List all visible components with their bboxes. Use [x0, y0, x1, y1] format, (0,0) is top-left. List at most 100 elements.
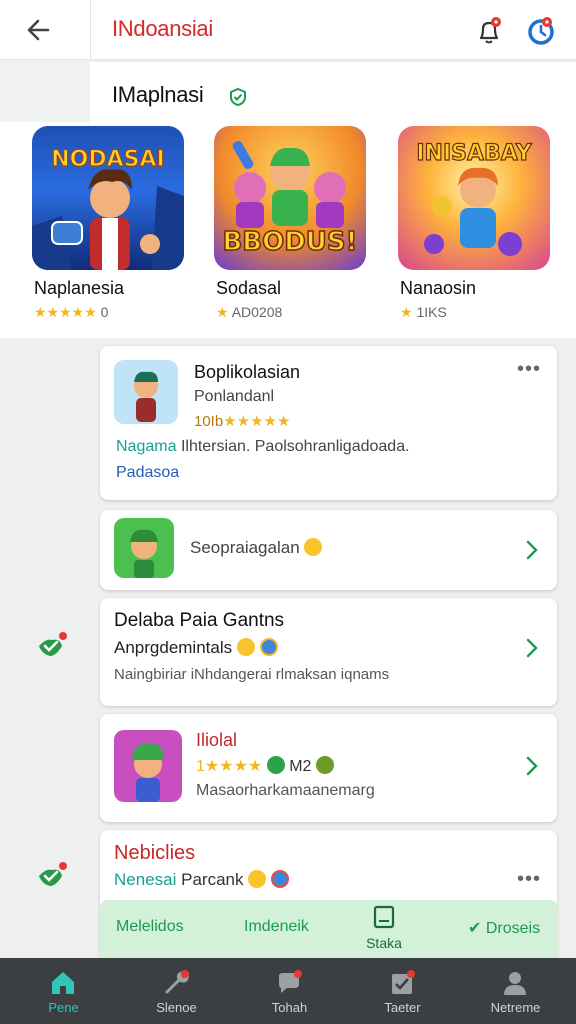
timer-button[interactable] [524, 14, 558, 48]
app-icon [114, 730, 182, 802]
action-link[interactable]: Imdeneik [244, 918, 309, 936]
cartoon-explorer-art: INISABAY [416, 140, 533, 256]
game-thumbnail: BBODUS! [214, 126, 366, 270]
verified-shield-icon [230, 87, 246, 107]
tag-label: Nagama [116, 438, 177, 455]
rating-stars: ★ [216, 304, 229, 320]
action-label: Droseis [485, 920, 541, 937]
left-gutter [0, 62, 90, 122]
game-thumbnail: INISABAY [398, 126, 550, 270]
user-icon [504, 972, 526, 995]
globe-icon [270, 870, 289, 888]
bell-icon [479, 17, 501, 44]
game-name: Sodasal [216, 278, 282, 298]
card-rating-row: 1★★★★ M2 [196, 756, 334, 776]
featured-title: IMaplnasi [112, 82, 204, 107]
tab-profile[interactable]: Netreme [458, 958, 573, 1024]
tab-label: Slenoe [156, 1000, 197, 1015]
app-listing-card[interactable]: Seopraiagalan [100, 510, 557, 590]
action-label: Staka [366, 935, 402, 951]
action-strip: Melelidos Imdeneik Staka ✔ Droseis [100, 900, 558, 958]
rating-stars: ★★★★★ [223, 413, 291, 430]
game-rating: ★ 1IKS [400, 304, 447, 321]
page-title: INdoansiai [112, 16, 213, 41]
card-title: Nebiclies [114, 842, 196, 864]
game-thumbnail: NODASAI [32, 126, 184, 270]
cartoon-hero-art: NODASAI [32, 146, 184, 270]
tab-home[interactable]: Pene [6, 958, 121, 1024]
checklist-icon [392, 970, 415, 994]
chat-bubble-icon [279, 970, 302, 993]
rating-stars: 1★★★★ [196, 758, 263, 775]
rating-value: AD0208 [231, 304, 283, 320]
card-title: Iliolal [196, 730, 238, 750]
character-avatar-icon [132, 743, 164, 802]
app-label: Seopraiagalan [190, 538, 323, 558]
app-description: Ilhtersian. Paolsohranligadoada. [180, 438, 410, 455]
app-listing-card[interactable]: Iliolal 1★★★★ M2 Masaorharkamaanemarg [100, 714, 557, 822]
app-title: Boplikolasian [194, 362, 301, 382]
card-subtitle-text: Anprgdemintals [114, 638, 233, 657]
clock-icon [528, 17, 554, 45]
action-link[interactable]: ✔ Droseis [468, 918, 540, 938]
game-name: Naplanesia [34, 278, 125, 298]
card-subtitle: Nenesai Parcank [114, 870, 289, 890]
tab-tasks[interactable]: Taeter [345, 958, 460, 1024]
globe-icon [259, 638, 278, 656]
home-icon [52, 972, 74, 994]
chevron-right-icon[interactable] [523, 538, 541, 562]
card-description: Naingbiriar iNhdangerai rlmaksan iqnams [114, 666, 390, 683]
stack-action-button[interactable]: Staka [362, 904, 406, 956]
game-name: Nanaosin [400, 278, 477, 298]
rating-count: 10Ib [194, 413, 224, 430]
bottom-tab-bar: Pene Slenoe Tohah Taeter Netreme [0, 958, 576, 1024]
back-button[interactable] [20, 12, 60, 48]
rating-stars: ★★★★★ [34, 304, 97, 320]
tablet-icon [373, 905, 395, 929]
app-icon [114, 518, 174, 578]
chevron-right-icon[interactable] [523, 754, 541, 778]
header-divider [90, 0, 91, 60]
emoji-face-icon [248, 870, 267, 888]
app-label-text: Seopraiagalan [190, 538, 300, 557]
card-subtitle: Anprgdemintals [114, 638, 278, 658]
emoji-face-icon [304, 538, 323, 556]
verified-badge-icon [39, 862, 67, 886]
card-subtitle-text: Parcank [181, 870, 244, 889]
more-options-button[interactable]: ••• [517, 358, 541, 381]
featured-game-card[interactable]: INISABAY Nanaosin ★ 1IKS [398, 126, 552, 320]
app-icon [114, 360, 178, 424]
game-rating: ★★★★★ 0 [34, 304, 108, 321]
tab-tools[interactable]: Slenoe [119, 958, 234, 1024]
rating-value: 0 [100, 304, 109, 320]
verified-badge-icon [39, 632, 67, 656]
chevron-right-icon[interactable] [523, 636, 541, 660]
featured-section: IMaplnasi NODASAI Naplanesia ★★★★★ 0 BBO… [0, 62, 576, 338]
app-listing-card[interactable]: Boplikolasian Ponlandanl 10Ib★★★★★ ••• N… [100, 346, 557, 500]
card-title: Delaba Paia Gantns [114, 610, 285, 631]
rating-extra: M2 [289, 758, 312, 775]
check-icon: ✔ [468, 920, 482, 937]
card-description: Masaorharkamaanemarg [196, 782, 375, 799]
back-arrow-icon [27, 19, 50, 41]
game-rating: ★ AD0208 [216, 304, 282, 321]
emoji-face-icon [236, 638, 255, 656]
rating-stars: ★ [400, 304, 413, 320]
character-avatar-icon [130, 529, 158, 578]
thumb-art-text: INISABAY [416, 141, 532, 166]
tab-chat[interactable]: Tohah [232, 958, 347, 1024]
character-avatar-icon [134, 371, 158, 422]
secondary-tag[interactable]: Padasoa [116, 464, 179, 482]
more-options-button[interactable]: ••• [517, 868, 541, 891]
rating-value: 1IKS [416, 304, 447, 320]
tab-label: Taeter [384, 1000, 421, 1015]
wrench-icon [165, 970, 190, 994]
app-listing-card[interactable]: Delaba Paia Gantns Anprgdemintals Naingb… [100, 598, 557, 706]
featured-game-card[interactable]: BBODUS! Sodasal ★ AD0208 [214, 126, 368, 320]
app-subtitle: Ponlandanl [194, 388, 275, 405]
notifications-button[interactable] [472, 14, 506, 48]
tab-label: Pene [48, 1000, 79, 1015]
app-description-row: Nagama Ilhtersian. Paolsohranligadoada. [116, 438, 410, 456]
featured-game-card[interactable]: NODASAI Naplanesia ★★★★★ 0 [32, 126, 186, 320]
action-link[interactable]: Melelidos [116, 918, 184, 936]
